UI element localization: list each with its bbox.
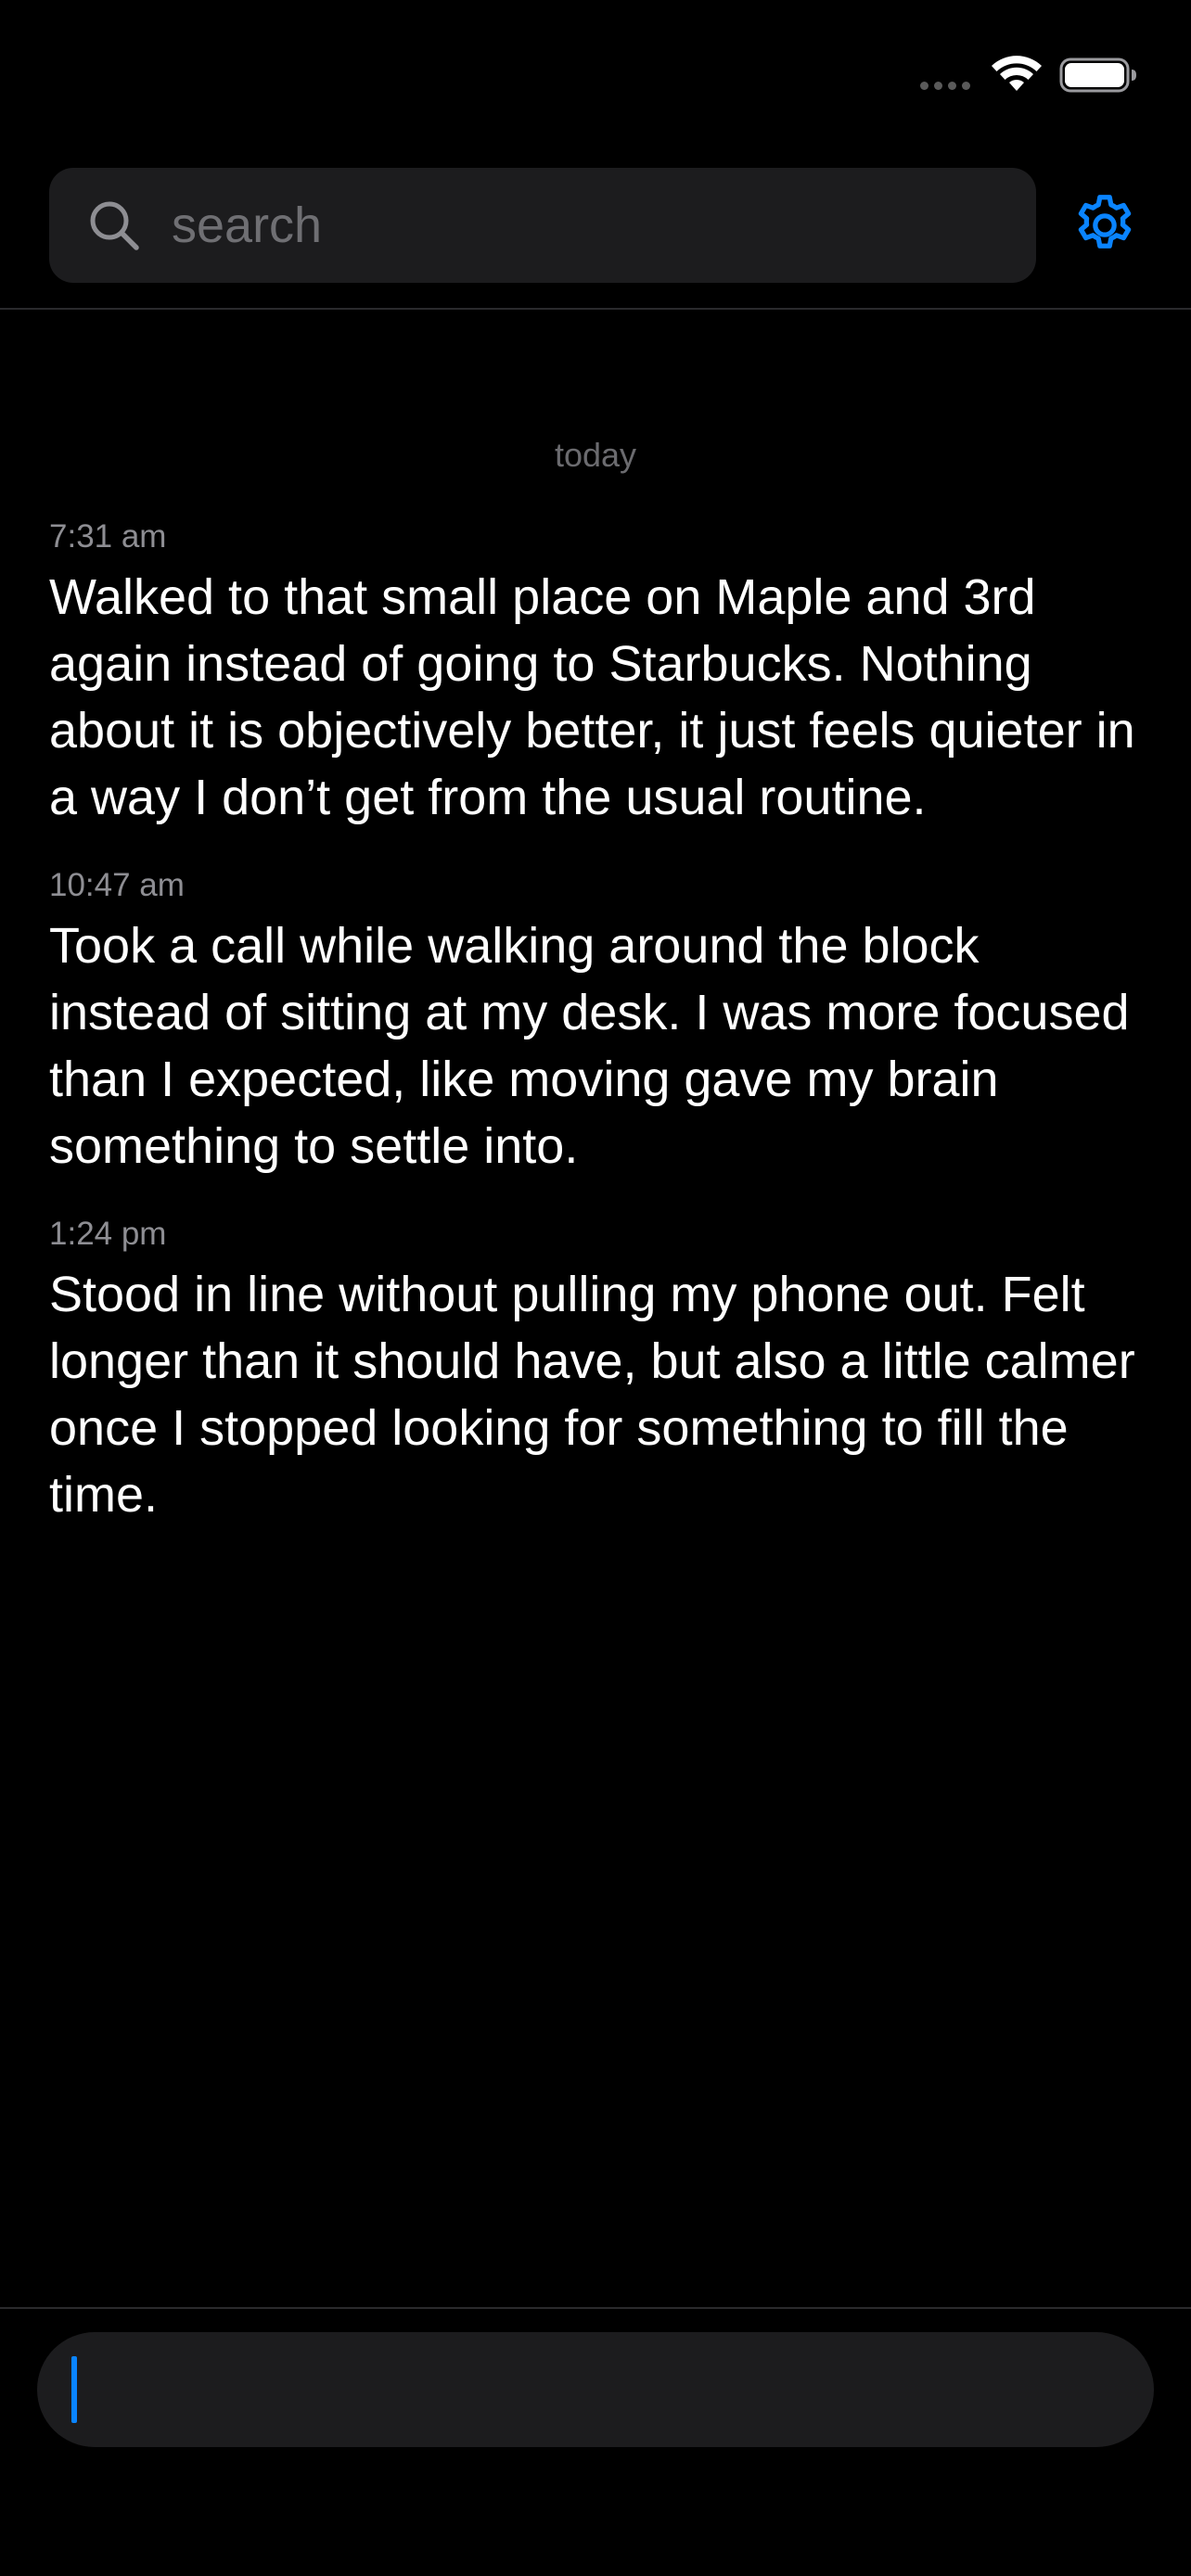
compose-input[interactable] — [37, 2332, 1154, 2447]
entry-time: 10:47 am — [49, 867, 185, 903]
wifi-icon — [992, 56, 1042, 91]
compose-divider — [0, 2307, 1191, 2309]
header-divider — [0, 308, 1191, 310]
journal-entry[interactable]: 10:47 am Took a call while walking aroun… — [49, 866, 1153, 1180]
gear-icon — [1078, 195, 1132, 249]
search-input[interactable] — [172, 168, 1006, 283]
entry-time: 1:24 pm — [49, 1216, 167, 1252]
text-cursor — [71, 2356, 77, 2423]
entry-list: 7:31 am Walked to that small place on Ma… — [49, 517, 1153, 1563]
day-label: today — [554, 436, 637, 474]
search-icon — [90, 201, 139, 250]
battery-icon — [1059, 57, 1136, 93]
settings-button[interactable] — [1070, 191, 1139, 260]
signal-dots-icon — [920, 82, 970, 90]
status-bar — [0, 0, 1191, 139]
entry-text: Walked to that small place on Maple and … — [49, 569, 1135, 825]
search-bar[interactable] — [49, 168, 1036, 283]
entry-text: Took a call while walking around the blo… — [49, 918, 1130, 1174]
entry-time: 7:31 am — [49, 518, 167, 555]
journal-entry[interactable]: 1:24 pm Stood in line without pulling my… — [49, 1215, 1153, 1528]
entry-text: Stood in line without pulling my phone o… — [49, 1267, 1135, 1523]
journal-entry[interactable]: 7:31 am Walked to that small place on Ma… — [49, 517, 1153, 831]
